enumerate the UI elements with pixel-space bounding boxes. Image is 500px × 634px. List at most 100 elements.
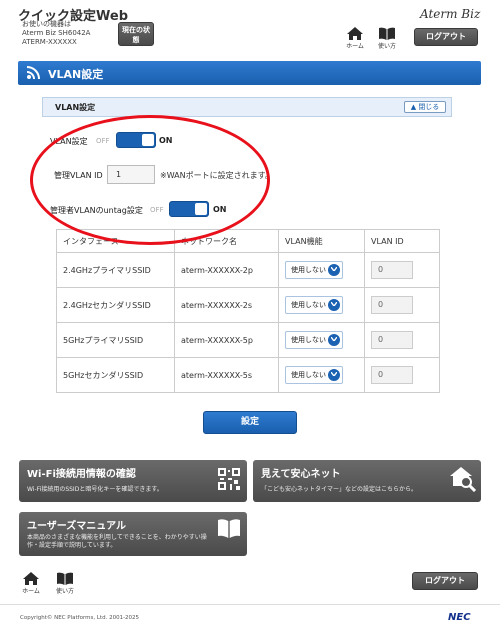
vlan-id-cell: 0	[364, 322, 440, 358]
page-title: VLAN設定	[48, 68, 104, 81]
device-caption: お使いの機器は	[22, 20, 71, 28]
device-model: Aterm Biz SH6042A	[22, 29, 91, 37]
wifi-card-title: Wi-Fi接続用情報の確認	[27, 469, 136, 480]
home-nav[interactable]: ホーム	[344, 27, 366, 50]
vlan-func-select[interactable]: 使用しない	[285, 331, 343, 349]
current-status-button[interactable]: 現在の状態	[118, 22, 154, 46]
interface-cell: 5GHzプライマリSSID	[56, 322, 175, 358]
untag-off-label: OFF	[150, 206, 164, 214]
vlan-func-select[interactable]: 使用しない	[285, 261, 343, 279]
col-header-network: ネットワーク名	[174, 229, 279, 253]
qr-code-icon	[218, 468, 240, 490]
network-name-cell: aterm-XXXXXX-2s	[174, 287, 279, 323]
wifi-card-desc: Wi-Fi接続用のSSIDと暗号化キーを確認できます。	[27, 486, 163, 493]
header: クイック設定Web お使いの機器は Aterm Biz SH6042A ATER…	[0, 0, 500, 54]
page-title-bar: VLAN設定	[18, 61, 481, 85]
footer-logout-button[interactable]: ログアウト	[412, 572, 478, 590]
wifi-icon	[26, 66, 40, 80]
mgmt-vlan-note: ※WANポートに設定されます。	[160, 171, 273, 180]
vlan-id-cell: 0	[364, 252, 440, 288]
book-icon	[379, 27, 395, 40]
apply-settings-button[interactable]: 設定	[203, 411, 297, 434]
col-header-vlan-func: VLAN機能	[278, 229, 365, 253]
ssid-vlan-table: インタフェース ネットワーク名 VLAN機能 VLAN ID 2.4GHzプライ…	[56, 229, 440, 393]
users-manual-card[interactable]: ユーザーズマニュアル 本商品のさまざまな機能を利用してできることを、わかりやすい…	[19, 512, 247, 556]
logout-button[interactable]: ログアウト	[414, 28, 478, 46]
interface-cell: 2.4GHzセカンダリSSID	[56, 287, 175, 323]
network-name-cell: aterm-XXXXXX-2p	[174, 252, 279, 288]
toggle-knob	[142, 134, 154, 146]
vlan-id-input[interactable]: 0	[371, 261, 413, 279]
home-search-icon	[450, 467, 476, 492]
home-icon	[347, 27, 363, 40]
vlan-setting-label: VLAN設定	[50, 137, 88, 146]
vlan-id-input[interactable]: 0	[371, 366, 413, 384]
vlan-func-cell: 使用しない	[278, 322, 365, 358]
collapse-button[interactable]: ▲ 閉じる	[404, 101, 446, 113]
vlan-func-select[interactable]: 使用しない	[285, 296, 343, 314]
wifi-info-card[interactable]: Wi-Fi接続用情報の確認 Wi-Fi接続用のSSIDと暗号化キーを確認できます…	[19, 460, 247, 502]
vlan-func-cell: 使用しない	[278, 252, 365, 288]
footer-divider	[0, 604, 500, 605]
interface-cell: 2.4GHzプライマリSSID	[56, 252, 175, 288]
manual-label: 使い方	[55, 588, 74, 595]
chevron-up-icon: ▲	[410, 103, 417, 111]
col-header-interface: インタフェース	[56, 229, 175, 253]
vlan-id-cell: 0	[364, 357, 440, 393]
device-id: ATERM-XXXXXX	[22, 38, 77, 46]
untag-toggle[interactable]	[169, 201, 209, 217]
table-row: 2.4GHzセカンダリSSID aterm-XXXXXX-2s 使用しない 0	[56, 287, 440, 323]
home-icon	[23, 572, 39, 585]
table-header-row: インタフェース ネットワーク名 VLAN機能 VLAN ID	[56, 229, 440, 253]
safety-card-desc: 「こども安心ネットタイマー」などの設定はこちらから。	[261, 486, 418, 493]
table-row: 2.4GHzプライマリSSID aterm-XXXXXX-2p 使用しない 0	[56, 252, 440, 288]
table-row: 5GHzプライマリSSID aterm-XXXXXX-5p 使用しない 0	[56, 322, 440, 358]
footer-home-nav[interactable]: ホーム	[20, 572, 42, 595]
network-name-cell: aterm-XXXXXX-5s	[174, 357, 279, 393]
open-book-icon	[218, 519, 240, 538]
vlan-id-cell: 0	[364, 287, 440, 323]
nec-logo: NEC	[448, 612, 471, 623]
chevron-down-icon	[328, 299, 340, 311]
vlan-id-input[interactable]: 0	[371, 296, 413, 314]
select-value: 使用しない	[291, 266, 326, 274]
mgmt-vlan-id-input[interactable]: 1	[107, 165, 155, 184]
book-icon	[57, 572, 73, 585]
table-row: 5GHzセカンダリSSID aterm-XXXXXX-5s 使用しない 0	[56, 357, 440, 393]
chevron-down-icon	[328, 264, 340, 276]
network-name-cell: aterm-XXXXXX-5p	[174, 322, 279, 358]
vlan-func-cell: 使用しない	[278, 287, 365, 323]
safety-net-card[interactable]: 見えて安心ネット 「こども安心ネットタイマー」などの設定はこちらから。	[253, 460, 481, 502]
manual-label: 使い方	[377, 43, 396, 50]
section-header: VLAN設定 ▲ 閉じる	[42, 97, 452, 117]
home-label: ホーム	[346, 43, 364, 50]
col-header-vlan-id: VLAN ID	[364, 229, 440, 253]
manual-card-title: ユーザーズマニュアル	[27, 521, 126, 532]
chevron-down-icon	[328, 334, 340, 346]
interface-cell: 5GHzセカンダリSSID	[56, 357, 175, 393]
vlan-id-input[interactable]: 0	[371, 331, 413, 349]
vlan-off-label: OFF	[96, 137, 110, 145]
vlan-func-cell: 使用しない	[278, 357, 365, 393]
footer-manual-nav[interactable]: 使い方	[54, 572, 76, 595]
collapse-label: 閉じる	[418, 103, 440, 111]
select-value: 使用しない	[291, 301, 326, 309]
mgmt-vlan-id-label: 管理VLAN ID	[54, 171, 103, 180]
vlan-func-select[interactable]: 使用しない	[285, 366, 343, 384]
manual-nav[interactable]: 使い方	[376, 27, 398, 50]
untag-setting-label: 管理者VLANのuntag設定	[50, 206, 143, 215]
vlan-toggle[interactable]	[116, 132, 156, 148]
vlan-on-label: ON	[159, 136, 173, 145]
copyright-text: Copyright© NEC Platforms, Ltd. 2001-2025	[20, 615, 140, 621]
manual-card-desc-2: 作・設定手順で説明しています。	[27, 542, 117, 549]
manual-card-desc-1: 本商品のさまざまな機能を利用してできることを、わかりやすい操	[27, 534, 207, 541]
chevron-down-icon	[328, 369, 340, 381]
untag-on-label: ON	[213, 205, 227, 214]
select-value: 使用しない	[291, 336, 326, 344]
device-info: お使いの機器は Aterm Biz SH6042A ATERM-XXXXXX	[22, 20, 90, 47]
select-value: 使用しない	[291, 371, 326, 379]
brand-logo: Aterm Biz	[420, 7, 481, 21]
safety-card-title: 見えて安心ネット	[261, 469, 341, 480]
section-title: VLAN設定	[55, 103, 96, 112]
home-label: ホーム	[22, 588, 40, 595]
